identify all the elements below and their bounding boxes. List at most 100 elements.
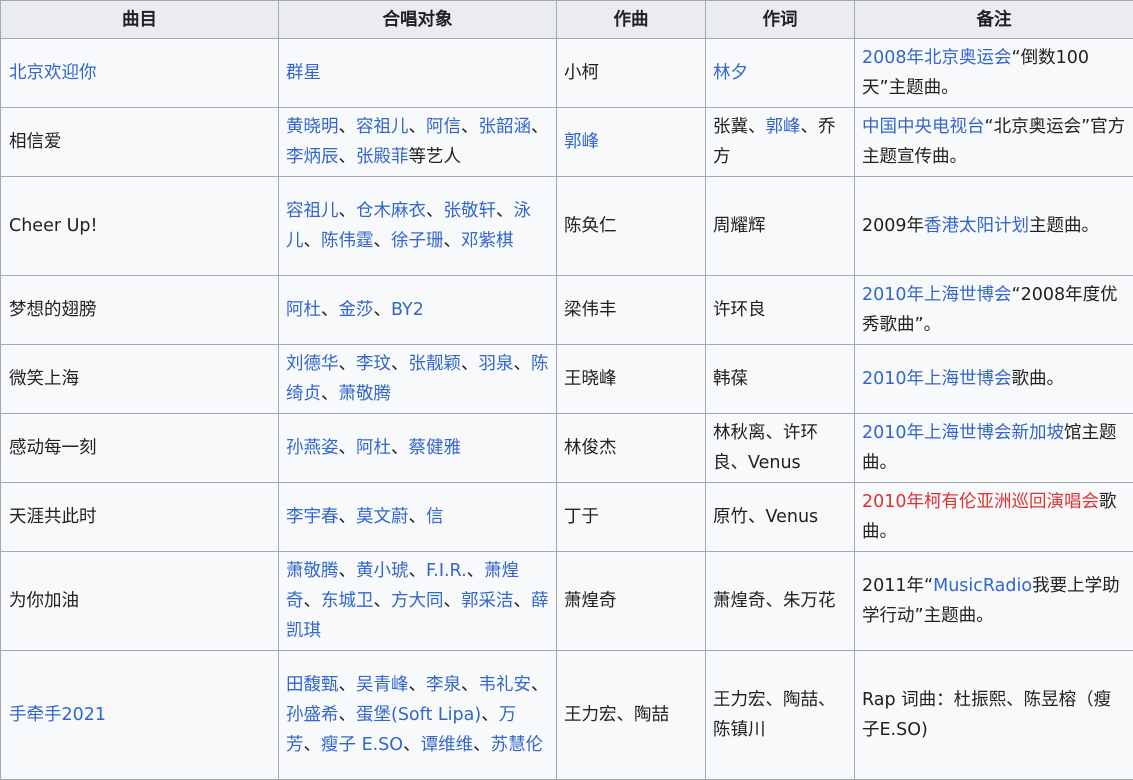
cell-text: 萧煌奇 bbox=[564, 591, 617, 611]
wiki-link[interactable]: 邓紫棋 bbox=[461, 231, 514, 251]
cell-composer: 郭峰 bbox=[557, 108, 706, 177]
wiki-link[interactable]: F.I.R. bbox=[426, 561, 467, 581]
cell-text: 、 bbox=[467, 561, 485, 581]
wiki-link[interactable]: 手牵手2021 bbox=[9, 705, 106, 725]
wiki-link[interactable]: 群星 bbox=[286, 63, 321, 83]
wiki-link[interactable]: 金莎 bbox=[339, 300, 374, 320]
wiki-link[interactable]: 李炳辰 bbox=[286, 147, 339, 167]
wiki-link[interactable]: 容祖儿 bbox=[286, 201, 339, 221]
cell-text: 、 bbox=[339, 117, 357, 137]
header-singers[interactable]: 合唱对象 bbox=[279, 1, 557, 39]
cell-singers: 群星 bbox=[279, 39, 557, 108]
cell-text: 感动每一刻 bbox=[9, 438, 97, 458]
wiki-link[interactable]: 田馥甄 bbox=[286, 675, 339, 695]
wiki-link[interactable]: 2010年上海世博会 bbox=[862, 423, 1012, 443]
cell-text: 、 bbox=[391, 438, 409, 458]
wiki-link[interactable]: 张韶涵 bbox=[479, 117, 532, 137]
cell-composer: 王晓峰 bbox=[557, 345, 706, 414]
header-note[interactable]: 备注 bbox=[855, 1, 1133, 39]
wiki-link[interactable]: 孙燕姿 bbox=[286, 438, 339, 458]
cell-text: 、 bbox=[403, 735, 421, 755]
wiki-link[interactable]: 东城卫 bbox=[321, 591, 374, 611]
cell-text: 、 bbox=[481, 705, 499, 725]
cell-lyricist: 林夕 bbox=[706, 39, 855, 108]
wiki-link[interactable]: 羽泉 bbox=[479, 354, 514, 374]
wiki-link[interactable]: 莫文蔚 bbox=[356, 507, 409, 527]
cell-text: 林俊杰 bbox=[564, 438, 617, 458]
wiki-link[interactable]: 信 bbox=[426, 507, 444, 527]
wiki-link[interactable]: 香港太阳计划 bbox=[924, 216, 1029, 236]
cell-title: 梦想的翅膀 bbox=[1, 276, 279, 345]
cell-text: 、 bbox=[461, 675, 479, 695]
wiki-link[interactable]: 瘦子 E.SO bbox=[321, 735, 403, 755]
wiki-link[interactable]: 郭峰 bbox=[766, 117, 801, 137]
cell-text: Rap 词曲：杜振熙、陈昱榕（瘦子E.SO) bbox=[862, 690, 1111, 740]
wiki-link[interactable]: 萧敬腾 bbox=[339, 384, 392, 404]
wiki-link[interactable]: 萧敬腾 bbox=[286, 561, 339, 581]
wiki-link[interactable]: 方大同 bbox=[391, 591, 444, 611]
wiki-link[interactable]: 李玟 bbox=[356, 354, 391, 374]
cell-title: Cheer Up! bbox=[1, 177, 279, 276]
header-lyricist[interactable]: 作词 bbox=[706, 1, 855, 39]
cell-composer: 小柯 bbox=[557, 39, 706, 108]
cell-text: Cheer Up! bbox=[9, 216, 98, 236]
wiki-link[interactable]: 仓木麻衣 bbox=[356, 201, 426, 221]
wiki-link[interactable]: 张殿菲 bbox=[356, 147, 409, 167]
cell-text: 、 bbox=[374, 591, 392, 611]
wiki-link[interactable]: 阿杜 bbox=[356, 438, 391, 458]
wiki-link[interactable]: 李泉 bbox=[426, 675, 461, 695]
cell-text: 梦想的翅膀 bbox=[9, 300, 97, 320]
cell-note: 2011年“MusicRadio我要上学助学行动”主题曲。 bbox=[855, 552, 1133, 651]
wiki-link[interactable]: 阿杜 bbox=[286, 300, 321, 320]
cell-text: 、 bbox=[461, 354, 479, 374]
cell-lyricist: 原竹、Venus bbox=[706, 483, 855, 552]
wiki-link[interactable]: 北京欢迎你 bbox=[9, 63, 97, 83]
wiki-link[interactable]: 蛋堡(Soft Lipa) bbox=[356, 705, 481, 725]
cell-lyricist: 林秋离、许环良、Venus bbox=[706, 414, 855, 483]
wiki-link[interactable]: 郭峰 bbox=[564, 132, 599, 152]
cell-composer: 陈奂仁 bbox=[557, 177, 706, 276]
songs-table: 曲目 合唱对象 作曲 作词 备注 北京欢迎你 群星 小柯 林夕 2008年北京奥… bbox=[0, 0, 1133, 780]
cell-text: 陈奂仁 bbox=[564, 216, 617, 236]
cell-text: 为你加油 bbox=[9, 591, 79, 611]
wiki-link[interactable]: 陈伟霆 bbox=[321, 231, 374, 251]
wiki-link[interactable]: 林夕 bbox=[713, 63, 748, 83]
cell-singers: 刘德华、李玟、张靓颖、羽泉、陈绮贞、萧敬腾 bbox=[279, 345, 557, 414]
wiki-link[interactable]: 张靓颖 bbox=[409, 354, 462, 374]
cell-lyricist: 许环良 bbox=[706, 276, 855, 345]
cell-title: 手牵手2021 bbox=[1, 651, 279, 780]
wiki-link[interactable]: 张敬轩 bbox=[444, 201, 497, 221]
wiki-link[interactable]: 阿信 bbox=[426, 117, 461, 137]
cell-text: 、 bbox=[374, 300, 392, 320]
cell-text: 、 bbox=[409, 117, 427, 137]
wiki-link[interactable]: 蔡健雅 bbox=[409, 438, 462, 458]
wiki-link[interactable]: 2010年上海世博会 bbox=[862, 369, 1012, 389]
wiki-link[interactable]: 吴青峰 bbox=[356, 675, 409, 695]
cell-text: 、 bbox=[339, 354, 357, 374]
wiki-link[interactable]: 谭维维 bbox=[421, 735, 474, 755]
cell-text: 王力宏、陶喆 bbox=[564, 705, 669, 725]
wiki-link[interactable]: BY2 bbox=[391, 300, 424, 320]
cell-note: 中国中央电视台“北京奥运会”官方主题宣传曲。 bbox=[855, 108, 1133, 177]
wiki-link[interactable]: 新加坡 bbox=[1012, 423, 1065, 443]
wiki-link[interactable]: 刘德华 bbox=[286, 354, 339, 374]
wiki-link[interactable]: 韦礼安 bbox=[479, 675, 532, 695]
wiki-link[interactable]: 徐子珊 bbox=[391, 231, 444, 251]
cell-text: 、 bbox=[339, 147, 357, 167]
wiki-link[interactable]: 2008年北京奥运会 bbox=[862, 48, 1012, 68]
cell-singers: 阿杜、金莎、BY2 bbox=[279, 276, 557, 345]
wiki-link[interactable]: 黄小琥 bbox=[356, 561, 409, 581]
wiki-link[interactable]: 容祖儿 bbox=[356, 117, 409, 137]
wiki-link[interactable]: 孙盛希 bbox=[286, 705, 339, 725]
redlink[interactable]: 2010年柯有伦亚洲巡回演唱会 bbox=[862, 492, 1099, 512]
wiki-link[interactable]: MusicRadio bbox=[933, 576, 1032, 596]
wiki-link[interactable]: 李宇春 bbox=[286, 507, 339, 527]
header-composer[interactable]: 作曲 bbox=[557, 1, 706, 39]
wiki-link[interactable]: 郭采洁 bbox=[461, 591, 514, 611]
wiki-link[interactable]: 黄晓明 bbox=[286, 117, 339, 137]
wiki-link[interactable]: 中国中央电视台 bbox=[862, 117, 985, 137]
wiki-link[interactable]: 2010年上海世博会 bbox=[862, 285, 1012, 305]
cell-text: 、 bbox=[339, 201, 357, 221]
wiki-link[interactable]: 苏慧伦 bbox=[491, 735, 544, 755]
header-title[interactable]: 曲目 bbox=[1, 1, 279, 39]
